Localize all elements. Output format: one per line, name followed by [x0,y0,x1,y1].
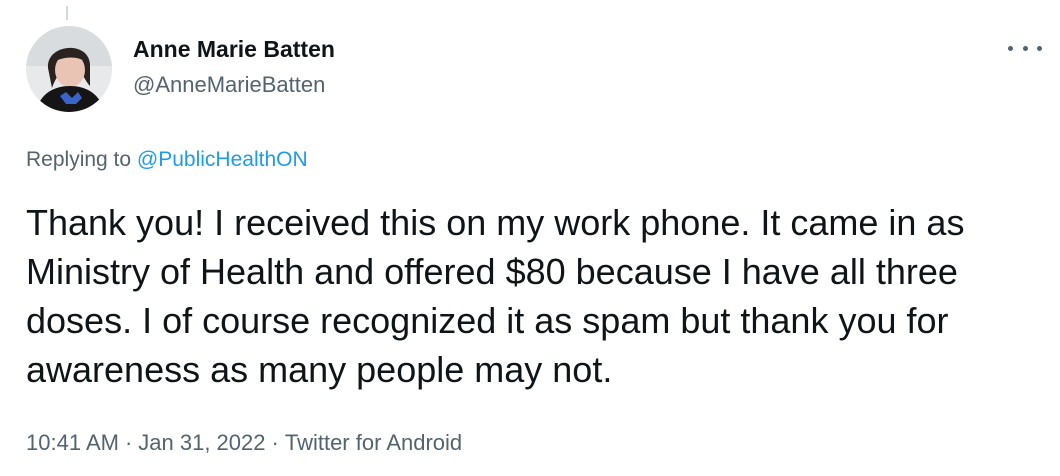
tweet-text: Thank you! I received this on my work ph… [26,202,965,390]
more-options-button[interactable] [1008,36,1042,60]
author-display-name[interactable]: Anne Marie Batten [133,34,335,64]
tweet-author[interactable]: Anne Marie Batten @AnneMarieBatten [133,34,335,100]
reply-mention-link[interactable]: @PublicHealthON [137,148,308,171]
replying-to-line: Replying to @PublicHealthON [26,146,308,174]
profile-photo-icon [26,26,112,112]
tweet-time-link[interactable]: 10:41 AM [26,430,119,455]
more-dot-icon [1037,45,1042,51]
thread-connector-line [66,6,68,20]
tweet-meta: 10:41 AM · Jan 31, 2022 · Twitter for Androi… [26,428,462,458]
author-handle[interactable]: @AnneMarieBatten [133,70,335,100]
more-dot-icon [1022,45,1028,51]
replying-to-label: Replying to [26,148,132,171]
meta-separator: · [124,430,133,455]
avatar[interactable] [26,26,112,112]
more-dot-icon [1008,45,1013,51]
tweet-source-link[interactable]: Twitter for Android [285,430,462,455]
tweet-date-link[interactable]: Jan 31, 2022 [138,430,265,455]
meta-separator: · [271,430,279,455]
